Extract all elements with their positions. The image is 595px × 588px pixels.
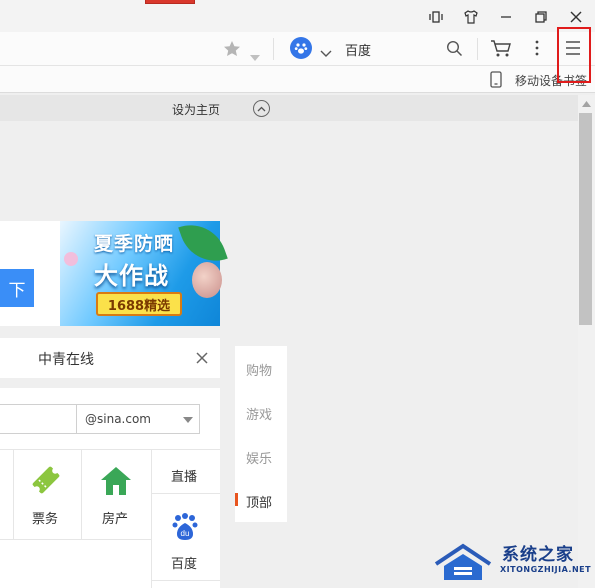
side-tab-entertainment[interactable]: 娱乐	[246, 448, 272, 467]
baidu-icon[interactable]: du	[170, 512, 200, 542]
vibrate-icon[interactable]	[425, 6, 447, 28]
search-icon[interactable]	[446, 40, 463, 61]
page-top-bar	[0, 95, 578, 121]
ad-fruit-graphic	[192, 262, 222, 298]
collapse-up-icon[interactable]	[253, 100, 270, 117]
bookmark-bar	[0, 66, 595, 93]
scroll-up-arrow-icon[interactable]	[578, 95, 595, 112]
email-domain-select[interactable]: @sina.com	[76, 404, 200, 434]
active-tab-marker[interactable]	[145, 0, 195, 4]
grid-divider	[0, 539, 151, 540]
restore-icon[interactable]	[530, 6, 552, 28]
live-label[interactable]: 直播	[171, 466, 197, 485]
ticket-icon[interactable]	[29, 463, 63, 501]
house-icon[interactable]	[99, 465, 133, 501]
grid-divider	[81, 449, 82, 539]
shopping-cart-icon[interactable]	[490, 39, 512, 62]
email-username-input[interactable]	[0, 404, 77, 434]
baidu-label[interactable]: 百度	[171, 553, 197, 572]
side-tab-top[interactable]: 顶部	[246, 492, 272, 511]
ad-tag: 1688精选	[96, 292, 182, 316]
realestate-label[interactable]: 房产	[102, 508, 128, 527]
search-engine-label[interactable]: 百度	[345, 40, 371, 59]
ad-title-line2: 大作战	[94, 262, 169, 290]
scrollbar-thumb[interactable]	[579, 113, 592, 325]
separator	[477, 38, 478, 60]
chevron-down-icon[interactable]	[320, 43, 332, 62]
minimize-icon[interactable]	[495, 6, 517, 28]
menu-highlight-box	[557, 27, 591, 83]
download-button[interactable]: 下	[0, 269, 34, 307]
watermark-domain: XITONGZHIJIA.NET	[500, 565, 592, 574]
close-icon[interactable]	[194, 350, 210, 366]
mobile-device-icon[interactable]	[490, 71, 502, 92]
grid-divider	[13, 449, 14, 539]
star-dropdown-icon[interactable]	[250, 46, 260, 65]
grid-divider	[151, 493, 220, 494]
side-tab-shopping[interactable]: 购物	[246, 360, 272, 379]
grid-divider	[0, 449, 220, 450]
separator	[273, 38, 274, 60]
news-source-link[interactable]: 中青在线	[38, 349, 94, 369]
grid-divider	[151, 449, 152, 588]
dropdown-caret-icon[interactable]	[183, 417, 193, 423]
side-tab-games[interactable]: 游戏	[246, 404, 272, 423]
ad-title-line1: 夏季防晒	[94, 233, 175, 255]
email-domain-value: @sina.com	[85, 412, 151, 426]
watermark-logo-icon	[432, 540, 494, 582]
ad-butterfly-graphic	[64, 252, 78, 266]
more-vertical-icon[interactable]	[535, 40, 539, 60]
watermark-brand: 系统之家	[502, 545, 574, 565]
active-tab-indicator	[235, 493, 238, 506]
baidu-paw-icon[interactable]	[290, 37, 312, 59]
svg-text:du: du	[181, 529, 190, 538]
set-homepage-link[interactable]: 设为主页	[172, 101, 220, 118]
skin-shirt-icon[interactable]	[460, 6, 482, 28]
tickets-label[interactable]: 票务	[32, 508, 58, 527]
grid-divider	[151, 580, 220, 581]
star-bookmark-icon[interactable]	[223, 40, 241, 61]
news-card[interactable]	[0, 338, 220, 378]
close-window-icon[interactable]	[565, 6, 587, 28]
